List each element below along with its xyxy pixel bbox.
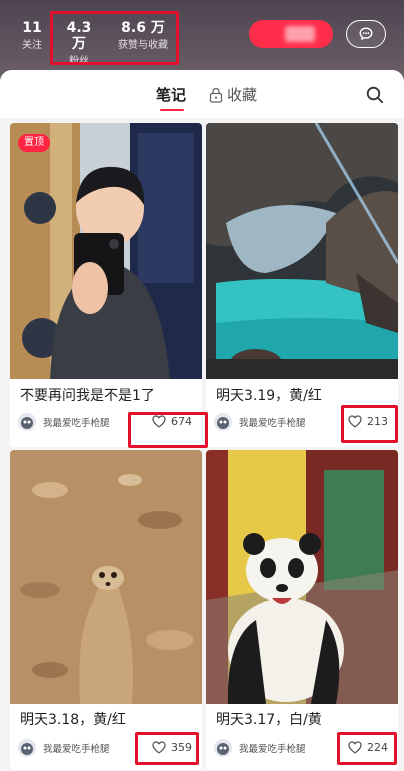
note-author[interactable]: 我最爱吃手枪腿 [18, 413, 110, 431]
note-cover-image [206, 450, 398, 704]
active-tab-indicator [160, 109, 184, 111]
note-cover-image [10, 450, 202, 704]
note-author[interactable]: 我最爱吃手枪腿 [214, 739, 306, 757]
tab-notes[interactable]: 笔记 [156, 85, 187, 111]
chat-bubble-icon [359, 27, 373, 40]
author-avatar [214, 739, 232, 757]
author-avatar [18, 413, 36, 431]
note-cover-image [10, 123, 202, 379]
author-name: 我最爱吃手枪腿 [239, 418, 306, 429]
note-author[interactable]: 我最爱吃手枪腿 [214, 413, 306, 431]
note-card[interactable]: 明天3.17，白/黄 我最爱吃手枪腿 224 [206, 450, 398, 770]
tab-notes-label: 笔记 [156, 86, 187, 104]
pinned-badge: 置顶 [18, 134, 50, 152]
note-title: 明天3.19，黄/红 [216, 388, 322, 404]
following-count: 11 [22, 20, 42, 36]
blurred-button-label [285, 26, 315, 42]
note-card[interactable]: 置顶 不要再问我是不是1了 我最爱吃手枪腿 674 [10, 123, 202, 447]
like-highlight-box [135, 732, 199, 765]
like-highlight-box [337, 732, 397, 765]
author-avatar [214, 413, 232, 431]
follow-button[interactable] [249, 20, 333, 48]
profile-stats-bar: 11 关注 4.3 万 粉丝 8.6 万 获赞与收藏 [0, 0, 404, 74]
note-card[interactable]: 明天3.18，黄/红 我最爱吃手枪腿 359 [10, 450, 202, 770]
note-cover-image [206, 123, 398, 379]
note-card[interactable]: 明天3.19，黄/红 我最爱吃手枪腿 213 [206, 123, 398, 447]
tab-collections-label: 收藏 [227, 86, 258, 104]
following-label: 关注 [22, 40, 42, 51]
author-name: 我最爱吃手枪腿 [239, 744, 306, 755]
author-name: 我最爱吃手枪腿 [43, 744, 110, 755]
like-highlight-box [128, 412, 208, 448]
search-icon[interactable] [366, 86, 384, 104]
stats-highlight-box [50, 11, 179, 65]
author-name: 我最爱吃手枪腿 [43, 418, 110, 429]
tab-bar: 笔记 收藏 [0, 70, 404, 118]
lock-icon [209, 87, 223, 103]
note-author[interactable]: 我最爱吃手枪腿 [18, 739, 110, 757]
note-title: 明天3.17，白/黄 [216, 712, 322, 728]
tab-collections[interactable]: 收藏 [209, 85, 257, 105]
author-avatar [18, 739, 36, 757]
notes-panel: 笔记 收藏 置顶 不要再问我是不是1了 我最爱吃手枪腿 674 明天3.19，黄… [0, 70, 404, 771]
note-title: 不要再问我是不是1了 [20, 388, 155, 404]
message-button[interactable] [346, 20, 386, 48]
following-stat[interactable]: 11 关注 [14, 20, 50, 53]
like-highlight-box [341, 405, 398, 443]
note-title: 明天3.18，黄/红 [20, 712, 126, 728]
